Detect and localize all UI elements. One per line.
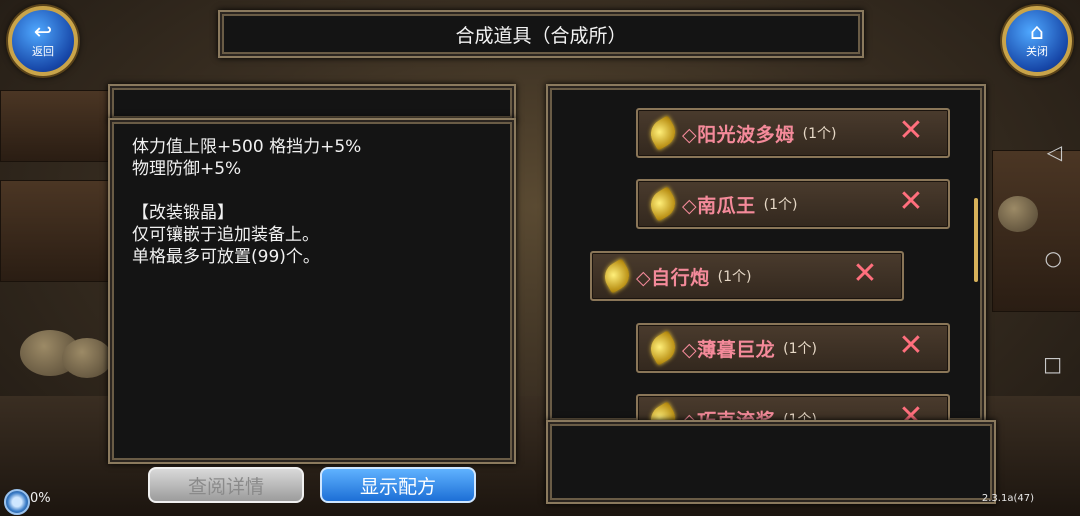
background-pot [998, 196, 1038, 232]
remove-icon[interactable]: ✕ [850, 259, 880, 289]
recipe-name: ◇薄暮巨龙 [682, 338, 776, 361]
recipe-name: ◇南瓜王 [682, 194, 756, 217]
show-recipe-button[interactable]: 显示配方 [320, 467, 476, 503]
description-panel: 体力值上限+500 格挡力+5% 物理防御+5% 【改装锻晶】 仅可镶嵌于追加装… [108, 118, 516, 464]
close-label: 关闭 [1026, 45, 1048, 58]
recipe-count: (1个) [802, 126, 837, 142]
back-button[interactable]: ↩ 返回 [8, 6, 78, 76]
recipe-item[interactable]: ◇薄暮巨龙 (1个) ✕ [636, 323, 950, 373]
nav-back-icon[interactable]: ◁ [1047, 140, 1062, 164]
view-details-button[interactable]: 查阅详情 [148, 467, 304, 503]
close-button[interactable]: ⌂ 关闭 [1002, 6, 1072, 76]
recipe-list[interactable]: ◇阳光波多姆 (1个) ✕ ◇南瓜王 (1个) ✕ ◇自行炮 (1个) ✕ ◇薄… [546, 84, 986, 424]
back-label: 返回 [32, 45, 54, 58]
nav-recents-icon[interactable]: □ [1043, 352, 1062, 376]
leaf-icon [599, 258, 635, 294]
leaf-icon [645, 115, 681, 151]
leaf-icon [645, 330, 681, 366]
nav-home-icon[interactable]: ○ [1045, 246, 1062, 270]
recipe-item[interactable]: ◇阳光波多姆 (1个) ✕ [636, 108, 950, 158]
page-title: 合成道具（合成所） [455, 24, 627, 47]
leaf-icon [645, 186, 681, 222]
version-label: 2.3.1a(47) [981, 493, 1034, 504]
status-percent: 0% [30, 491, 51, 506]
back-arrow-icon: ↩ [33, 20, 53, 45]
remove-icon[interactable]: ✕ [896, 116, 926, 146]
title-bar: 合成道具（合成所） [218, 10, 864, 58]
background-pot [62, 338, 112, 378]
recipe-name: ◇自行炮 [636, 266, 710, 289]
background-shelf [0, 90, 110, 162]
recipe-list-scrollbar[interactable] [974, 198, 978, 282]
recipe-name: ◇阳光波多姆 [682, 123, 795, 146]
home-icon: ⌂ [1030, 20, 1044, 45]
recipe-item-selected[interactable]: ◇自行炮 (1个) ✕ [590, 251, 904, 301]
network-status-icon [4, 489, 30, 515]
recipe-item[interactable]: ◇南瓜王 (1个) ✕ [636, 179, 950, 229]
recipe-detail-panel [546, 420, 996, 504]
recipe-count: (1个) [783, 341, 817, 357]
description-header-panel [108, 84, 516, 122]
recipe-count: (1个) [763, 197, 798, 213]
remove-icon[interactable]: ✕ [896, 187, 926, 217]
remove-icon[interactable]: ✕ [896, 331, 926, 361]
recipe-count: (1个) [717, 269, 752, 285]
item-description: 体力值上限+500 格挡力+5% 物理防御+5% 【改装锻晶】 仅可镶嵌于追加装… [132, 137, 362, 267]
background-shelf [992, 150, 1080, 312]
background-shelf [0, 180, 110, 282]
